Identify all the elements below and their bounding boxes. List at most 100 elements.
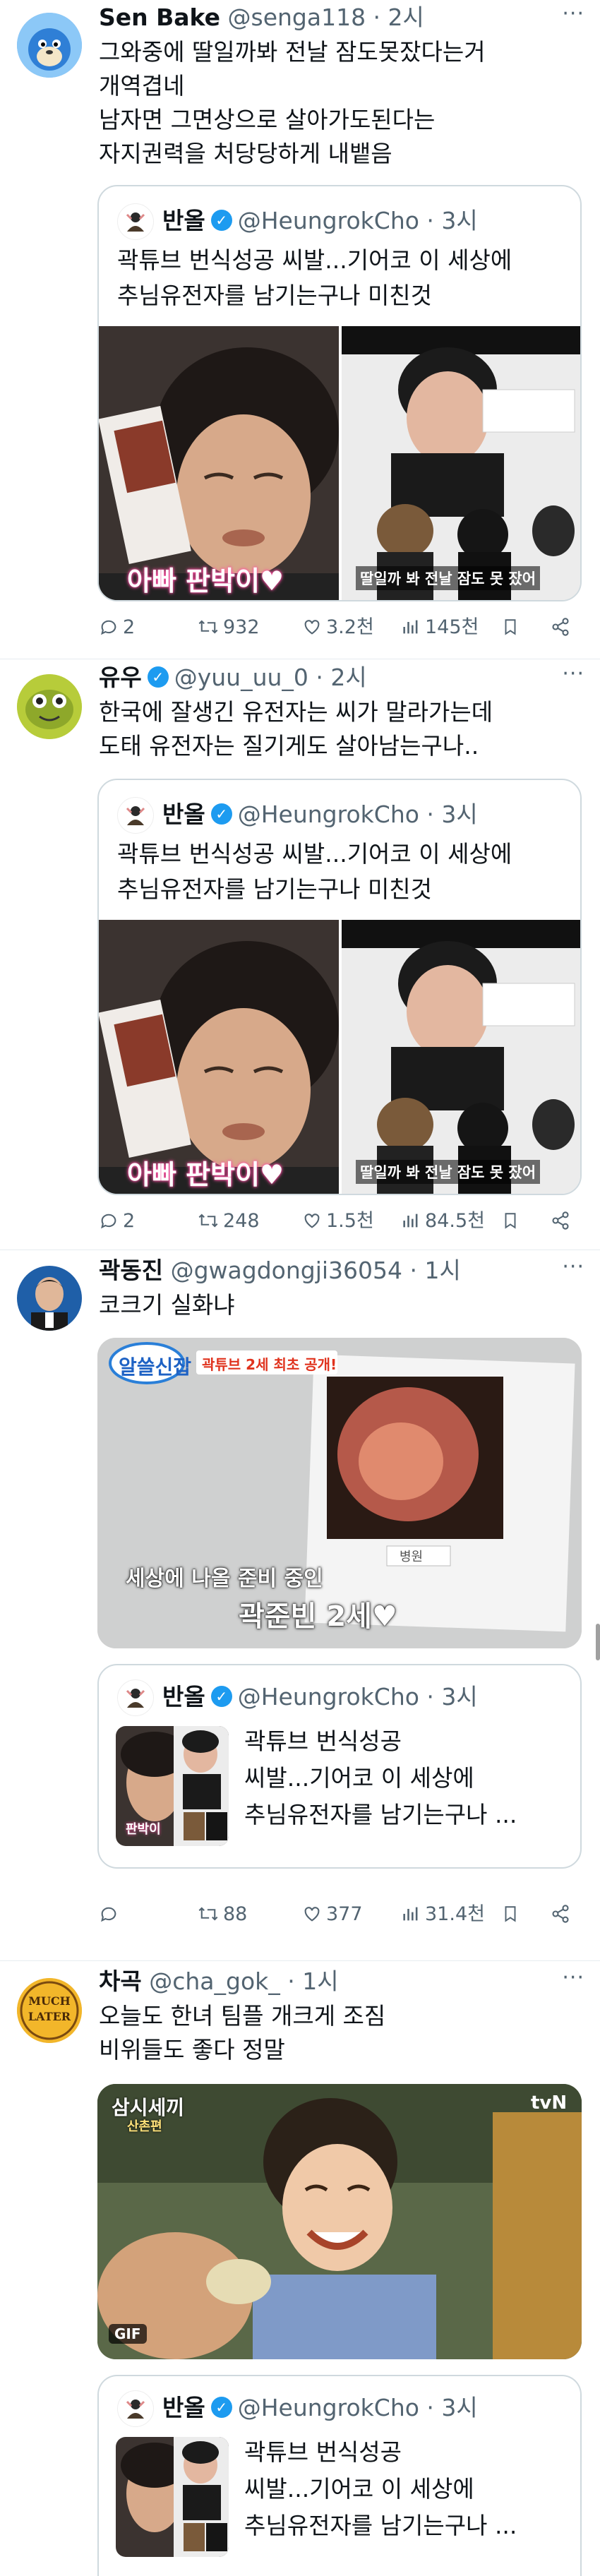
tweet-1[interactable]: Sen Bake @senga118 · 2시 ··· 그와중에 딸일까봐 전날… — [0, 0, 600, 653]
scrollbar-thumb[interactable] — [596, 1624, 600, 1660]
quote-text: 곽튜브 번식성공 씨발...기어코 이 세상에 추님유전자를 남기는구나 미친것 — [117, 840, 512, 903]
tweet-header: 유우 ✓ @yuu_uu_0 · 2시 — [99, 660, 367, 695]
views-button[interactable]: 145천 — [401, 610, 479, 645]
quote-image-left[interactable]: 아빠 판박이♥ — [99, 326, 339, 600]
tweet-gif[interactable]: 삼시세끼 산촌편 tvN GIF — [97, 2084, 582, 2359]
reply-icon — [101, 1907, 116, 1922]
quote-text: 곽튜브 번식성공 씨발...기어코 이 세상에 추님유전자를 남기는구나 ... — [244, 1727, 517, 1828]
like-count: 1.5천 — [326, 1210, 374, 1232]
handle-time[interactable]: @cha_gok_ · 1시 — [149, 1967, 338, 1995]
tweet-text: 오늘도 한녀 팀플 개크게 조짐 비위들도 좋다 정말 — [99, 2002, 386, 2063]
share-button[interactable] — [551, 610, 575, 645]
quote-image-left[interactable]: 아빠 판박이♥ — [99, 920, 339, 1194]
handle-time[interactable]: @senga118 · 2시 — [228, 4, 424, 31]
reply-button[interactable]: 2 — [99, 610, 135, 645]
more-icon[interactable]: ··· — [562, 1254, 584, 1279]
quoted-tweet[interactable]: 반올 ✓ @HeungrokCho · 3시 곽튜브 번식성공 씨발...기어코 이… — [97, 2375, 582, 2576]
bookmark-button[interactable] — [501, 1897, 524, 1932]
quoted-tweet[interactable]: 반올 ✓ @HeungrokCho · 3시 곽튜브 번식성공 씨발...기어코 이… — [97, 185, 582, 601]
more-icon[interactable]: ··· — [562, 1965, 584, 1990]
quote-display-name: 반올 — [162, 207, 205, 234]
display-name[interactable]: Sen Bake — [99, 4, 220, 31]
more-icon[interactable]: ··· — [562, 661, 584, 686]
display-name[interactable]: 곽동진 — [99, 1257, 163, 1284]
verified-icon: ✓ — [210, 803, 232, 825]
bookmark-button[interactable] — [501, 1204, 524, 1239]
like-icon — [304, 1213, 320, 1228]
bookmark-button[interactable] — [501, 610, 524, 645]
reply-button[interactable] — [99, 1897, 123, 1932]
bookmark-icon — [505, 1212, 516, 1229]
quote-display-name: 반올 — [162, 2394, 205, 2421]
more-icon[interactable]: ··· — [562, 1, 584, 26]
quote-header: 반올 ✓ @HeungrokCho · 3시 — [162, 797, 478, 832]
image-caption: 아빠 판박이♥ — [127, 565, 284, 597]
quote-display-name: 반올 — [162, 1683, 205, 1711]
quoted-tweet[interactable]: 반올 ✓ @HeungrokCho · 3시 곽튜브 번식성공 씨발...기어코 이… — [97, 779, 582, 1195]
tweet-divider — [0, 1960, 600, 1961]
views-button[interactable]: 84.5천 — [401, 1204, 485, 1239]
quote-thumbnail[interactable]: 판박이 — [116, 1726, 229, 1846]
reply-icon — [101, 1214, 116, 1228]
quote-handle-time: @HeungrokCho · 3시 — [237, 207, 478, 234]
thumbnail-caption: 판박이 — [126, 1822, 161, 1837]
display-name[interactable]: 차곡 — [99, 1967, 142, 1995]
tweet-image[interactable]: 알쓸신잡 곽튜브 2세 최초 공개! 병원 세상에 나올 준비 중인 곽준빈 2… — [97, 1338, 582, 1648]
verified-icon: ✓ — [210, 1685, 232, 1707]
avatar[interactable]: MUCH LATER — [17, 1978, 82, 2043]
like-count: 3.2천 — [326, 616, 374, 638]
quote-thumbnail[interactable] — [116, 2437, 229, 2557]
share-icon — [552, 617, 569, 636]
tweet-text: 코크기 실화냐 — [99, 1291, 235, 1319]
like-button[interactable]: 1.5천 — [302, 1204, 374, 1239]
quote-text: 곽튜브 번식성공 씨발...기어코 이 세상에 추님유전자를 남기는구나 미친것 — [117, 246, 512, 309]
tweet-3[interactable]: 곽동진 @gwagdongji36054 · 1시 ··· 코크기 실화냐 알쓸… — [0, 1253, 600, 1952]
retweet-button[interactable]: 248 — [198, 1204, 260, 1239]
tweet-text: 한국에 잘생긴 유전자는 씨가 말라가는데 도태 유전자는 질기게도 살아남는구… — [99, 698, 493, 760]
action-bar: 2 248 1.5천 84.5천 — [99, 1204, 586, 1239]
quote-header: 반올 ✓ @HeungrokCho · 3시 — [162, 1679, 478, 1715]
like-button[interactable]: 377 — [302, 1897, 363, 1932]
tweet-header: 곽동진 @gwagdongji36054 · 1시 — [99, 1253, 461, 1288]
like-icon — [304, 1906, 320, 1922]
tweet-header: 차곡 @cha_gok_ · 1시 — [99, 1964, 339, 1999]
avatar[interactable] — [17, 674, 82, 739]
display-name[interactable]: 유우 — [99, 664, 142, 691]
retweet-button[interactable]: 932 — [198, 610, 260, 645]
like-icon — [304, 619, 320, 635]
quote-avatar — [117, 797, 154, 834]
tweet-4[interactable]: MUCH LATER 차곡 @cha_gok_ · 1시 ··· 오늘도 한녀 … — [0, 1964, 600, 2576]
reply-icon — [101, 620, 116, 635]
image-caption-main: 곽준빈 2세♥ — [239, 1600, 397, 1633]
network-logo: tvN — [531, 2092, 568, 2114]
verified-icon: ✓ — [210, 209, 232, 231]
quote-header: 반올 ✓ @HeungrokCho · 3시 — [162, 203, 478, 239]
share-button[interactable] — [551, 1204, 575, 1239]
gif-badge: GIF — [109, 2324, 147, 2344]
quote-handle-time: @HeungrokCho · 3시 — [237, 2394, 478, 2421]
avatar[interactable] — [17, 13, 82, 78]
share-icon — [552, 1211, 569, 1230]
views-count: 84.5천 — [425, 1210, 485, 1232]
retweet-button[interactable]: 88 — [198, 1897, 247, 1932]
quote-image-right[interactable]: 딸일까 봐 전날 잠도 못 잤어 — [342, 920, 580, 1194]
quoted-tweet[interactable]: 반올 ✓ @HeungrokCho · 3시 판박이 곽튜브 번식성공 씨발...기… — [97, 1664, 582, 1869]
retweet-icon — [198, 619, 218, 634]
handle-time[interactable]: @yuu_uu_0 · 2시 — [174, 664, 367, 691]
image-caption-right: 딸일까 봐 전날 잠도 못 잤어 — [356, 1160, 541, 1184]
reply-button[interactable]: 2 — [99, 1204, 135, 1239]
quote-image-right[interactable]: 딸일까 봐 전날 잠도 못 잤어 — [342, 326, 580, 600]
show-logo: 알쓸신잡 — [119, 1355, 192, 1379]
quote-avatar — [117, 1679, 154, 1716]
tweet-2[interactable]: 유우 ✓ @yuu_uu_0 · 2시 ··· 한국에 잘생긴 유전자는 씨가 말라… — [0, 660, 600, 1246]
views-button[interactable]: 31.4천 — [401, 1897, 485, 1932]
image-caption: 아빠 판박이♥ — [127, 1159, 284, 1190]
share-button[interactable] — [551, 1897, 575, 1932]
action-bar: 2 932 3.2천 145천 — [99, 610, 586, 645]
like-button[interactable]: 3.2천 — [302, 610, 374, 645]
quote-avatar — [117, 2390, 154, 2427]
handle-time[interactable]: @gwagdongji36054 · 1시 — [171, 1257, 461, 1284]
avatar[interactable] — [17, 1266, 82, 1331]
image-badge: 곽튜브 2세 최초 공개! — [202, 1356, 337, 1373]
views-count: 145천 — [425, 616, 479, 638]
